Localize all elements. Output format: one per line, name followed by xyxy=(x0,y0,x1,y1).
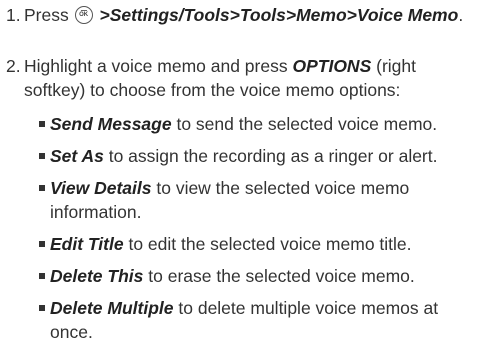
menu-path: >Settings/Tools>Tools>Memo>Voice Memo xyxy=(99,5,459,25)
option-description: to edit the selected voice memo title. xyxy=(128,234,412,254)
option-label: Send Message xyxy=(50,114,172,134)
step-text-before: Highlight a voice memo and press xyxy=(24,56,288,76)
step-suffix: . xyxy=(458,5,464,25)
bullet-icon xyxy=(39,305,45,311)
bullet-icon xyxy=(39,121,45,127)
step-prefix: Press xyxy=(24,5,69,25)
step-number: 2. xyxy=(6,56,21,76)
bullet-icon xyxy=(39,241,45,247)
option-label: Delete This xyxy=(50,266,144,286)
bullet-icon xyxy=(39,153,45,159)
step-text: Highlight a voice memo and press OPTIONS… xyxy=(24,54,470,102)
option-label: Edit Title xyxy=(50,234,124,254)
step-text: Press >Settings/Tools>Tools>Memo>Voice M… xyxy=(24,3,470,27)
list-item: Edit Title to edit the selected voice me… xyxy=(38,232,470,256)
option-description: to assign the recording as a ringer or a… xyxy=(108,146,438,166)
option-label: View Details xyxy=(50,178,152,198)
option-description: to erase the selected voice memo. xyxy=(148,266,415,286)
step-number: 1. xyxy=(6,5,21,25)
list-item: Delete Multiple to delete multiple voice… xyxy=(38,296,470,344)
step-2: 2. Highlight a voice memo and press OPTI… xyxy=(0,54,470,102)
step-1: 1. Press >Settings/Tools>Tools>Memo>Voic… xyxy=(0,3,470,27)
options-softkey-label: OPTIONS xyxy=(292,56,372,76)
bullet-icon xyxy=(39,185,45,191)
option-label: Delete Multiple xyxy=(50,298,174,318)
list-item: View Details to view the selected voice … xyxy=(38,176,470,224)
instruction-document: 1. Press >Settings/Tools>Tools>Memo>Voic… xyxy=(0,0,478,344)
option-description: to send the selected voice memo. xyxy=(176,114,438,134)
option-label: Set As xyxy=(50,146,104,166)
list-item: Delete This to erase the selected voice … xyxy=(38,264,470,288)
options-list: Send Message to send the selected voice … xyxy=(38,112,470,344)
list-item: Set As to assign the recording as a ring… xyxy=(38,144,470,168)
bullet-icon xyxy=(39,273,45,279)
ok-key-icon xyxy=(74,6,93,24)
list-item: Send Message to send the selected voice … xyxy=(38,112,470,136)
